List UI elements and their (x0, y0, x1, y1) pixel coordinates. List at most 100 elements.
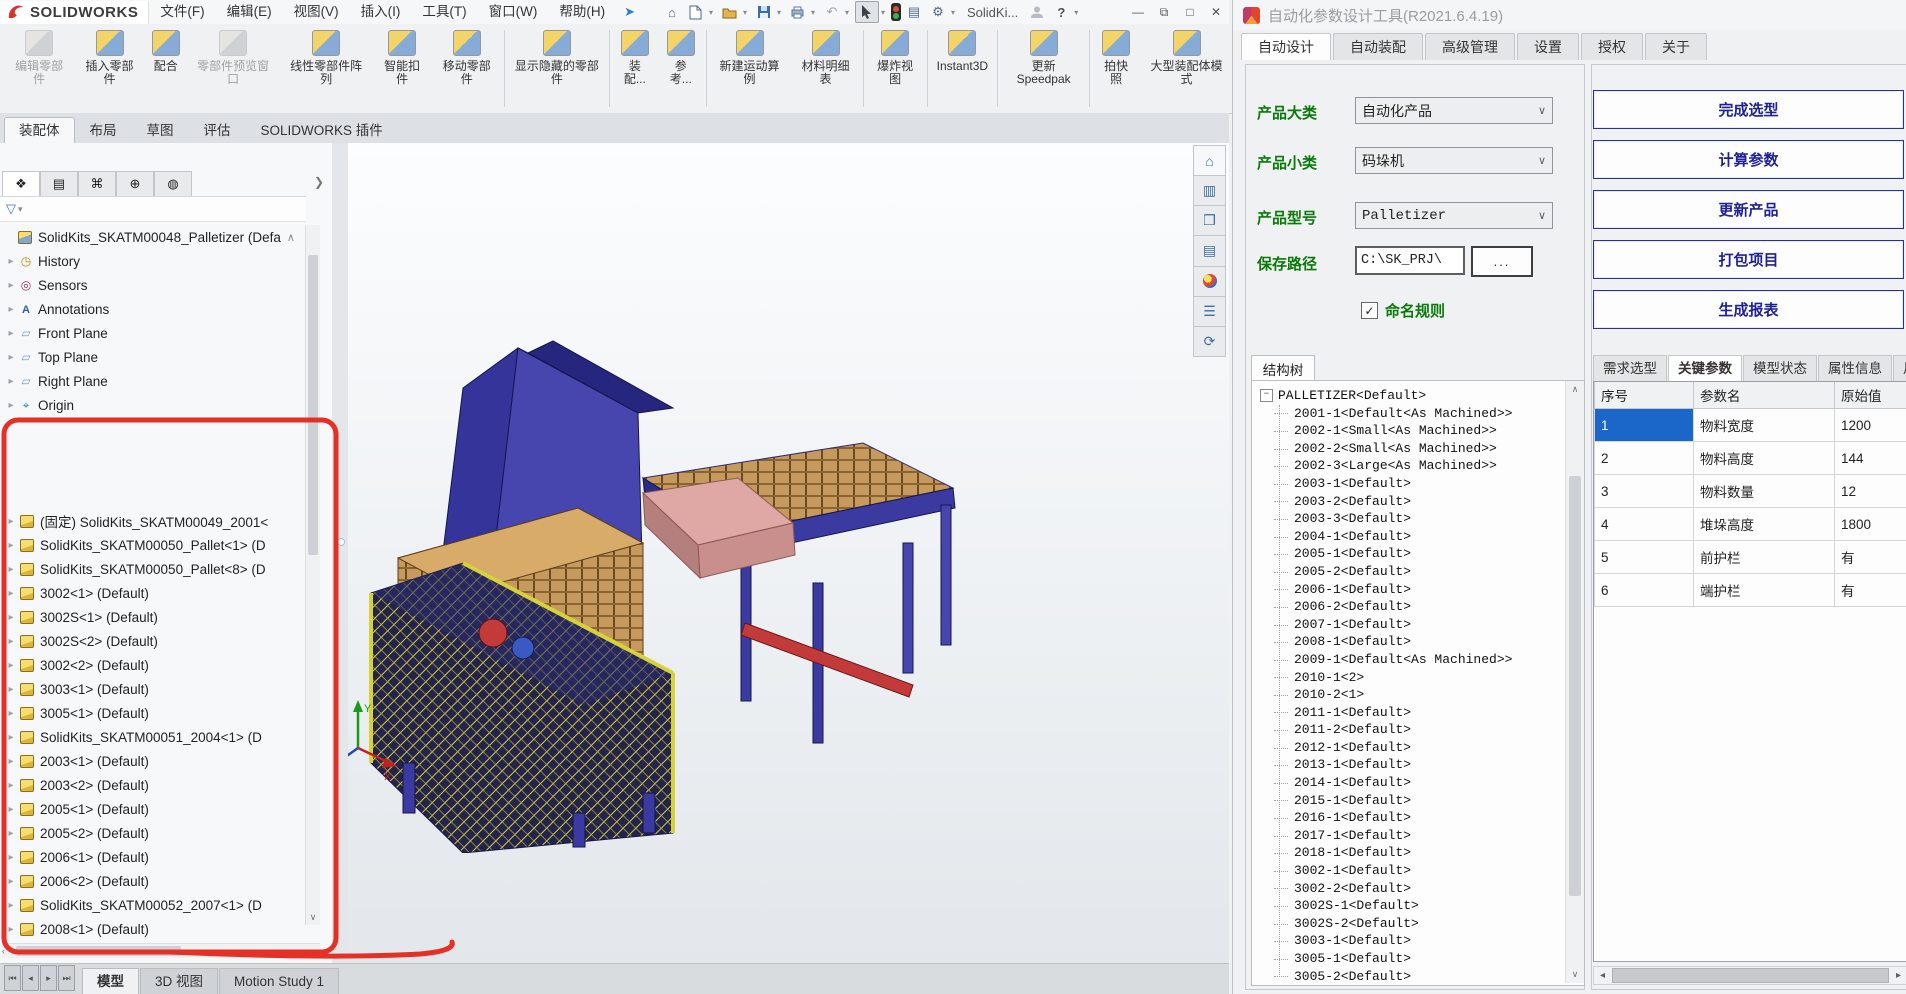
component-tree-item[interactable]: ▸ (固定) SolidKits_SKATM00049_2001< (2, 509, 302, 533)
tree-vertical-scrollbar[interactable]: ∨ (305, 225, 320, 925)
caret-icon[interactable]: ▾ (845, 8, 853, 17)
update-product-button[interactable]: 更新产品 (1593, 190, 1904, 229)
scroll-down-icon[interactable]: ∨ (1566, 969, 1584, 980)
pack-project-button[interactable]: 打包项目 (1593, 240, 1904, 279)
propertymanager-tab-icon[interactable]: ▤ (40, 171, 78, 196)
parameter-row[interactable]: 4 堆垛高度 1800 (1594, 507, 1906, 541)
ribbon-button[interactable]: Instant3D (930, 24, 995, 113)
ribbon-button[interactable]: 插入零部件 (74, 24, 144, 113)
ribbon-button[interactable]: 新建运动算例 (709, 24, 791, 113)
structure-tree-item[interactable]: 2011-1<Default> (1260, 704, 1560, 722)
gear-icon[interactable]: ⚙ (927, 2, 949, 22)
param-value-cell[interactable]: 1200 (1834, 408, 1906, 442)
component-tree-item[interactable]: ▸ 3002<1> (Default) (2, 581, 302, 605)
col-index-header[interactable]: 序号 (1594, 382, 1694, 409)
save-icon[interactable] (753, 2, 775, 22)
component-tree-item[interactable]: ▸ 3002S<1> (Default) (2, 605, 302, 629)
structure-tree-tab[interactable]: 结构树 (1251, 355, 1315, 382)
tree-filter-bar[interactable]: ▽ ▾ (0, 196, 306, 222)
tree-item[interactable]: ▸ A Annotations (2, 297, 302, 321)
select-tool-icon[interactable] (854, 1, 879, 23)
naming-rule-checkbox[interactable]: ✓ 命名规则 (1361, 300, 1445, 321)
ribbon-button[interactable] (862, 30, 864, 107)
expand-arrow-icon[interactable]: ▸ (4, 636, 18, 647)
param-index-cell[interactable]: 5 (1594, 540, 1694, 574)
structure-tree-item[interactable]: 3002S-2<Default> (1260, 915, 1560, 933)
parameter-tab[interactable]: 属性信息 (1818, 355, 1892, 381)
splitter-handle[interactable] (337, 538, 345, 546)
structure-tree-item[interactable]: 2003-3<Default> (1260, 510, 1560, 528)
table-horizontal-scrollbar[interactable]: ◂ ▸ (1593, 966, 1906, 985)
menu-item[interactable]: 插入(I) (350, 0, 412, 24)
expand-arrow-icon[interactable]: ▸ (4, 780, 18, 791)
parameter-row[interactable]: 3 物料数量 12 (1594, 474, 1906, 508)
commandmanager-tab[interactable]: 评估 (189, 117, 246, 143)
panel-expand-chevron-icon[interactable]: ❯ (314, 175, 324, 189)
param-index-cell[interactable]: 1 (1594, 408, 1694, 442)
structure-tree-item[interactable]: 2003-1<Default> (1260, 475, 1560, 493)
param-name-cell[interactable]: 端护栏 (1693, 573, 1835, 607)
structure-tree-item[interactable]: 2006-2<Default> (1260, 598, 1560, 616)
undo-icon[interactable]: ↶ (821, 2, 843, 22)
expand-arrow-icon[interactable]: ▸ (4, 684, 18, 695)
ribbon-button[interactable]: 智能扣件 (373, 24, 432, 113)
ribbon-button[interactable]: 配合 (145, 24, 187, 113)
component-tree-item[interactable]: ▸ 2006<2> (Default) (2, 869, 302, 893)
tree-horizontal-scrollbar[interactable]: ‹ › (2, 943, 320, 958)
design-library-icon[interactable]: ▥ (1193, 176, 1226, 207)
param-name-cell[interactable]: 物料宽度 (1693, 408, 1835, 442)
param-value-cell[interactable]: 有 (1834, 573, 1906, 607)
expand-arrow-icon[interactable]: ▸ (4, 328, 18, 339)
structure-tree-item[interactable]: 2007-1<Default> (1260, 616, 1560, 634)
param-value-cell[interactable]: 144 (1834, 441, 1906, 475)
tree-item[interactable]: ▸ ▱ Front Plane (2, 321, 302, 345)
last-tab-icon[interactable]: ⏭ (58, 965, 75, 991)
home-icon[interactable]: ⌂ (1193, 145, 1226, 177)
dimxpert-tab-icon[interactable]: ⊕ (116, 171, 154, 196)
ribbon-button[interactable]: 拍快照 (1092, 24, 1140, 113)
caret-icon[interactable]: ▾ (777, 8, 785, 17)
param-value-cell[interactable]: 1800 (1834, 507, 1906, 541)
component-tree-item[interactable]: ▸ 2008<1> (Default) (2, 917, 302, 941)
structure-tree-item[interactable]: 2002-3<Large<As Machined>> (1260, 457, 1560, 475)
document-tab[interactable]: Motion Study 1 (219, 968, 340, 994)
structure-tree-root[interactable]: − PALLETIZER<Default> (1260, 387, 1560, 405)
view-palette-icon[interactable]: ▤ (1193, 236, 1226, 267)
component-tree-item[interactable]: ▸ SolidKits_SKATM00050_Pallet<8> (D (2, 557, 302, 581)
parameter-tab[interactable]: 需求选型 (1593, 355, 1667, 381)
filter-funnel-icon[interactable]: ▽ (6, 201, 16, 217)
caret-icon[interactable]: ▾ (951, 8, 959, 17)
structure-tree-item[interactable]: 3005-2<Default> (1260, 968, 1560, 985)
browse-button[interactable]: ... (1471, 246, 1533, 277)
prev-tab-icon[interactable]: ◂ (22, 965, 39, 991)
commandmanager-tab[interactable]: 草图 (132, 117, 189, 143)
menu-item[interactable]: 窗口(W) (478, 0, 549, 24)
document-tab[interactable]: 3D 视图 (140, 968, 219, 994)
structure-tree-item[interactable]: 2015-1<Default> (1260, 792, 1560, 810)
tree-root-item[interactable]: SolidKits_SKATM00048_Palletizer (Defa ∧ (2, 225, 302, 249)
structure-tree-item[interactable]: 2017-1<Default> (1260, 827, 1560, 845)
component-tree-item[interactable]: ▸ SolidKits_SKATM00051_2004<1> (D (2, 725, 302, 749)
scroll-down-icon[interactable]: ∨ (306, 912, 320, 923)
component-tree-item[interactable]: ▸ SolidKits_SKATM00052_2007<1> (D (2, 893, 302, 917)
ribbon-button[interactable]: 移动零部件 (432, 24, 502, 113)
component-tree-item[interactable]: ▸ 3002<2> (Default) (2, 653, 302, 677)
scroll-right-icon[interactable]: › (315, 946, 318, 956)
tree-item[interactable]: ▸ ▱ Top Plane (2, 345, 302, 369)
structure-tree-item[interactable]: 2002-1<Small<As Machined>> (1260, 422, 1560, 440)
structure-tree-item[interactable]: 3002S-1<Default> (1260, 897, 1560, 915)
param-index-cell[interactable]: 4 (1594, 507, 1694, 541)
parameter-row[interactable]: 5 前护栏 有 (1594, 540, 1906, 574)
first-tab-icon[interactable]: ⏮ (4, 965, 21, 991)
structure-tree-item[interactable]: 2011-2<Default> (1260, 721, 1560, 739)
user-icon[interactable] (1026, 2, 1048, 22)
component-tree-item[interactable]: ▸ 3002S<2> (Default) (2, 629, 302, 653)
generate-report-button[interactable]: 生成报表 (1593, 290, 1904, 329)
scroll-up-icon[interactable]: ∧ (1566, 384, 1584, 395)
expand-arrow-icon[interactable]: ▸ (4, 804, 18, 815)
expand-arrow-icon[interactable]: ▸ (4, 924, 18, 935)
next-tab-icon[interactable]: ▸ (40, 965, 57, 991)
ribbon-button[interactable] (926, 30, 928, 107)
ribbon-button[interactable]: 线性零部件阵列 (280, 24, 373, 113)
expand-arrow-icon[interactable]: ▸ (4, 828, 18, 839)
